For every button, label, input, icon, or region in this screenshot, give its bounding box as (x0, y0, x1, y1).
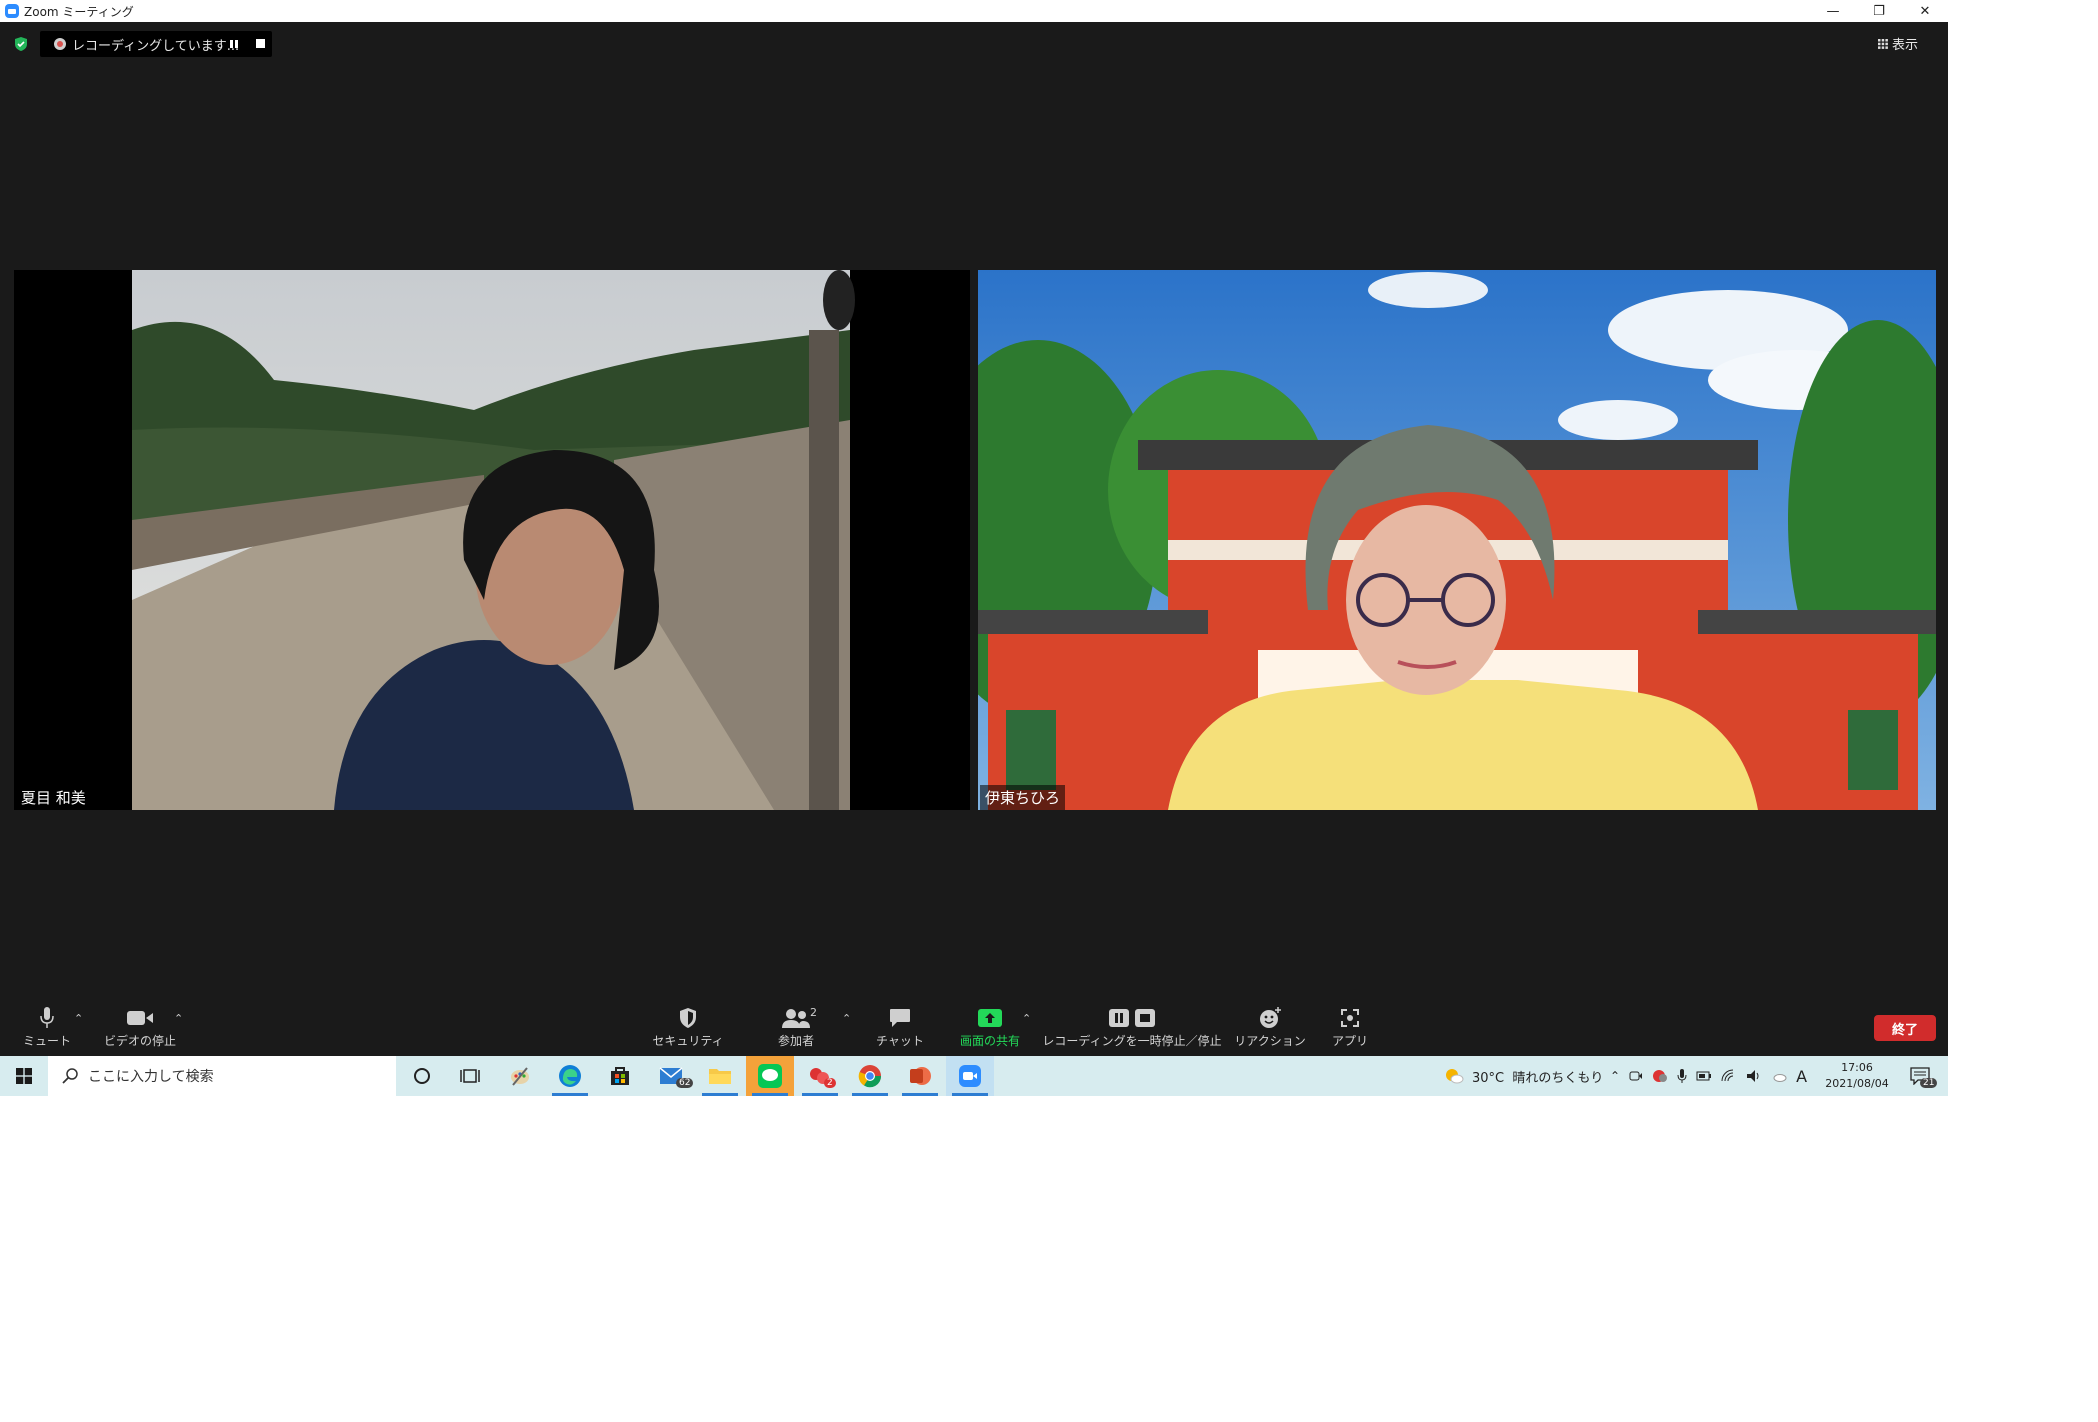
security-shield-icon[interactable] (14, 37, 28, 51)
apps-button[interactable]: アプリ (1320, 1006, 1380, 1049)
file-explorer-icon[interactable] (696, 1056, 744, 1096)
windows-logo-icon (16, 1068, 32, 1084)
participants-icon (782, 1009, 810, 1028)
pause-recording-icon[interactable] (228, 38, 240, 50)
stop-recording-icon[interactable] (256, 39, 265, 48)
system-tray: ⌃ A (1610, 1056, 1807, 1096)
reactions-button[interactable]: リアクション (1232, 1006, 1308, 1049)
line-app-icon[interactable] (746, 1056, 794, 1096)
share-screen-button[interactable]: 画面の共有 (950, 1006, 1030, 1049)
recording-status: レコーディングしています... (72, 38, 240, 54)
grid-icon (1877, 38, 1888, 49)
weather-text: 30°C 晴れのちくもり (1472, 1070, 1604, 1086)
mute-label: ミュート (22, 1034, 71, 1048)
cortana-icon[interactable] (398, 1056, 446, 1096)
onedrive-cloud-icon[interactable] (1771, 1070, 1787, 1082)
view-label: 表示 (1891, 38, 1918, 53)
audio-options-chevron-icon[interactable]: ⌃ (74, 1012, 83, 1025)
chat-button[interactable]: チャット (862, 1006, 938, 1049)
participant-name-1: 夏目 和美 (16, 785, 91, 810)
pause-stop-recording-icon (1109, 1009, 1155, 1027)
participant-name-2: 伊東ちひろ (980, 785, 1066, 810)
show-hidden-icons-chevron-icon[interactable]: ⌃ (1610, 1069, 1620, 1083)
share-screen-icon (978, 1009, 1002, 1027)
apps-label: アプリ (1331, 1034, 1368, 1048)
reaction-smiley-icon (1260, 1007, 1281, 1028)
paint-app-icon[interactable] (496, 1056, 544, 1096)
zoom-app-icon (5, 4, 19, 18)
zoom-window: Zoom ミーティング — ❐ ✕ レコーディングしています... 表示 夏目 … (0, 0, 1948, 1096)
chat-bubble-icon (890, 1009, 910, 1027)
participants-options-chevron-icon[interactable]: ⌃ (842, 1012, 851, 1025)
video-options-chevron-icon[interactable]: ⌃ (174, 1012, 183, 1025)
security-label: セキュリティ (652, 1034, 724, 1048)
mute-button[interactable]: ミュート (22, 1006, 72, 1049)
start-button[interactable] (0, 1056, 48, 1096)
stop-video-button[interactable]: ビデオの停止 (102, 1006, 178, 1049)
video-camera-icon (127, 1011, 153, 1025)
minimize-icon[interactable]: — (1810, 0, 1856, 22)
task-view-icon[interactable] (446, 1056, 494, 1096)
microsoft-store-icon[interactable] (596, 1056, 644, 1096)
stop-video-label: ビデオの停止 (103, 1034, 176, 1048)
participants-label: 参加者 (777, 1034, 814, 1048)
apps-icon (1341, 1009, 1359, 1027)
close-icon[interactable]: ✕ (1902, 0, 1948, 22)
mail-app-icon[interactable]: 62 (648, 1056, 696, 1096)
weather-widget[interactable]: 30°C 晴れのちくもり (1444, 1056, 1603, 1096)
ime-indicator[interactable]: A (1796, 1067, 1807, 1086)
clock-time: 17:06 (1841, 1061, 1873, 1074)
recording-control-button[interactable]: レコーディングを一時停止／停止 (1042, 1006, 1222, 1049)
security-button[interactable]: セキュリティ (650, 1006, 726, 1049)
recording-dot-icon (54, 38, 66, 50)
red-app-icon[interactable]: 2 (796, 1056, 844, 1096)
taskbar-clock[interactable]: 17:06 2021/08/04 (1822, 1060, 1892, 1092)
recording-indicator: レコーディングしています... (40, 31, 272, 57)
notification-center-icon[interactable]: 21 (1896, 1056, 1944, 1096)
meet-now-icon[interactable] (1629, 1069, 1643, 1083)
chrome-browser-icon[interactable] (846, 1056, 894, 1096)
video-feed-2 (978, 270, 1936, 810)
tray-microphone-icon[interactable] (1677, 1068, 1687, 1084)
restore-icon[interactable]: ❐ (1856, 0, 1902, 22)
clock-date: 2021/08/04 (1825, 1077, 1889, 1090)
share-options-chevron-icon[interactable]: ⌃ (1022, 1012, 1031, 1025)
powerpoint-icon[interactable] (896, 1056, 944, 1096)
participants-count: 2 (810, 1006, 817, 1019)
zoom-taskbar-icon[interactable] (946, 1056, 994, 1096)
participants-button[interactable]: 2 参加者 (758, 1006, 834, 1049)
windows-taskbar: ここに入力して検索 62 2 30°C 晴れのちくもり ⌃ A 17:06 20… (0, 1056, 1948, 1096)
notification-count: 21 (1920, 1078, 1938, 1088)
red-app-badge: 2 (824, 1078, 836, 1088)
end-meeting-button[interactable]: 終了 (1874, 1015, 1936, 1041)
wifi-icon[interactable] (1721, 1069, 1737, 1083)
search-icon (62, 1068, 78, 1084)
volume-icon[interactable] (1746, 1069, 1762, 1083)
mail-badge: 62 (676, 1078, 694, 1088)
search-placeholder: ここに入力して検索 (88, 1069, 214, 1085)
weather-sun-cloud-icon (1446, 1069, 1464, 1084)
microphone-icon (40, 1007, 54, 1028)
edge-browser-icon[interactable] (546, 1056, 594, 1096)
video-tile-1[interactable]: 夏目 和美 (14, 270, 970, 810)
taskbar-search-box[interactable]: ここに入力して検索 (48, 1056, 396, 1096)
video-feed-1 (14, 270, 970, 810)
reactions-label: リアクション (1234, 1034, 1306, 1048)
chat-label: チャット (876, 1034, 924, 1048)
view-button[interactable]: 表示 (1877, 34, 1918, 53)
battery-icon[interactable] (1696, 1070, 1712, 1082)
recording-control-label: レコーディングを一時停止／停止 (1042, 1034, 1222, 1048)
antivirus-icon[interactable] (1652, 1069, 1668, 1083)
share-screen-label: 画面の共有 (959, 1034, 1020, 1048)
security-icon (680, 1008, 696, 1028)
meeting-toolbar: ミュート ⌃ ビデオの停止 ⌃ セキュリティ 2 参加者 ⌃ チャット 画面の共… (0, 996, 1948, 1056)
video-tile-2[interactable]: 伊東ちひろ (978, 270, 1936, 810)
title-bar: Zoom ミーティング — ❐ ✕ (0, 0, 1948, 22)
window-title: Zoom ミーティング (24, 4, 134, 19)
window-controls: — ❐ ✕ (1810, 0, 1948, 22)
